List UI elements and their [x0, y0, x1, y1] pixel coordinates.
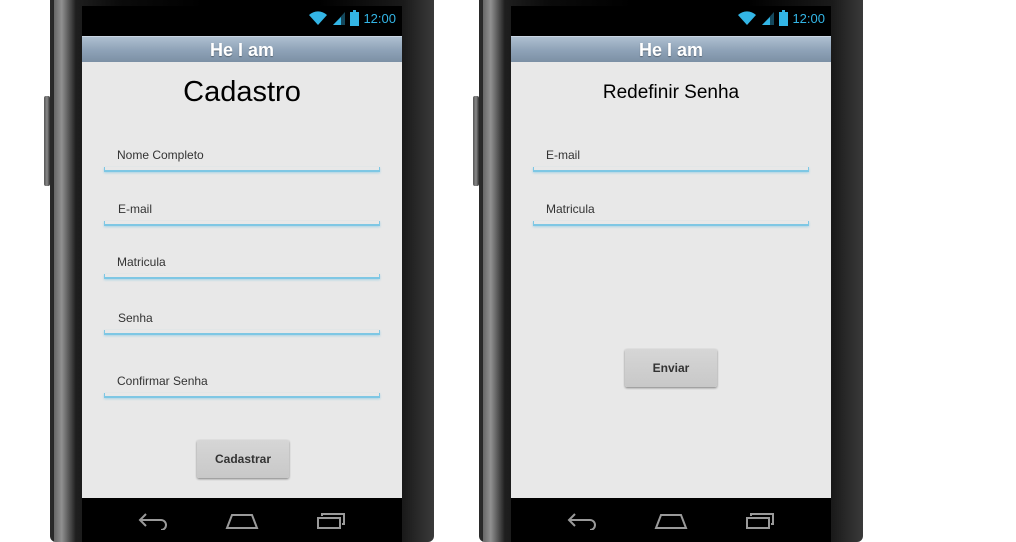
- page-title: Redefinir Senha: [602, 82, 740, 103]
- volume-button: [473, 96, 479, 186]
- email-field[interactable]: E-mail: [533, 148, 809, 172]
- volume-button: [44, 96, 50, 186]
- matricula-field[interactable]: Matricula: [533, 202, 809, 226]
- battery-icon: [779, 10, 789, 26]
- redefinir-senha-form: Redefinir Senha E-mail Matricula Enviar: [511, 62, 831, 498]
- status-time: 12:00: [363, 10, 396, 26]
- back-icon[interactable]: [137, 510, 169, 535]
- screen-redefinir-senha: 12:00 He I am Redefinir Senha E-mail Mat…: [511, 6, 831, 542]
- app-title-bar: He I am: [511, 36, 831, 64]
- email-field[interactable]: E-mail: [104, 202, 380, 226]
- confirm-password-field[interactable]: Confirmar Senha: [104, 374, 380, 398]
- battery-icon: [350, 10, 360, 26]
- phone-bezel-highlight: [54, 0, 76, 542]
- name-field-hint: Nome Completo: [117, 148, 204, 162]
- password-field[interactable]: Senha: [104, 311, 380, 335]
- matricula-field[interactable]: Matricula: [104, 255, 380, 279]
- recent-apps-icon[interactable]: [745, 510, 777, 535]
- email-field-underline: [533, 167, 809, 172]
- register-button[interactable]: Cadastrar: [197, 440, 289, 478]
- wifi-icon: [737, 10, 757, 26]
- name-field-underline: [104, 167, 380, 172]
- navigation-bar: [511, 498, 831, 542]
- send-button[interactable]: Enviar: [625, 349, 717, 387]
- app-title-bar: He I am: [82, 36, 402, 64]
- email-field-underline: [104, 221, 380, 226]
- home-icon[interactable]: [225, 510, 259, 535]
- matricula-field-hint: Matricula: [117, 255, 166, 269]
- navigation-bar: [82, 498, 402, 542]
- email-field-hint: E-mail: [546, 148, 581, 162]
- name-field[interactable]: Nome Completo: [104, 148, 380, 172]
- matricula-field-hint: Matricula: [546, 202, 595, 216]
- status-bar: 12:00: [511, 6, 831, 30]
- phone-bezel-highlight: [483, 0, 505, 542]
- back-icon[interactable]: [566, 510, 598, 535]
- confirm-password-field-underline: [104, 393, 380, 398]
- cadastro-form: Cadastro Nome Completo E-mail Matricula …: [82, 62, 402, 498]
- status-time: 12:00: [792, 10, 825, 26]
- signal-icon: [761, 10, 775, 26]
- password-field-hint: Senha: [118, 311, 153, 325]
- email-field-hint: E-mail: [118, 202, 153, 216]
- status-bar: 12:00: [82, 6, 402, 30]
- password-field-underline: [104, 330, 380, 335]
- matricula-field-underline: [104, 274, 380, 279]
- confirm-password-field-hint: Confirmar Senha: [117, 374, 208, 388]
- recent-apps-icon[interactable]: [316, 510, 348, 535]
- page-title: Cadastro: [183, 76, 301, 108]
- wifi-icon: [308, 10, 328, 26]
- home-icon[interactable]: [654, 510, 688, 535]
- signal-icon: [332, 10, 346, 26]
- matricula-field-underline: [533, 221, 809, 226]
- screen-cadastro: 12:00 He I am Cadastro Nome Completo E-m…: [82, 6, 402, 542]
